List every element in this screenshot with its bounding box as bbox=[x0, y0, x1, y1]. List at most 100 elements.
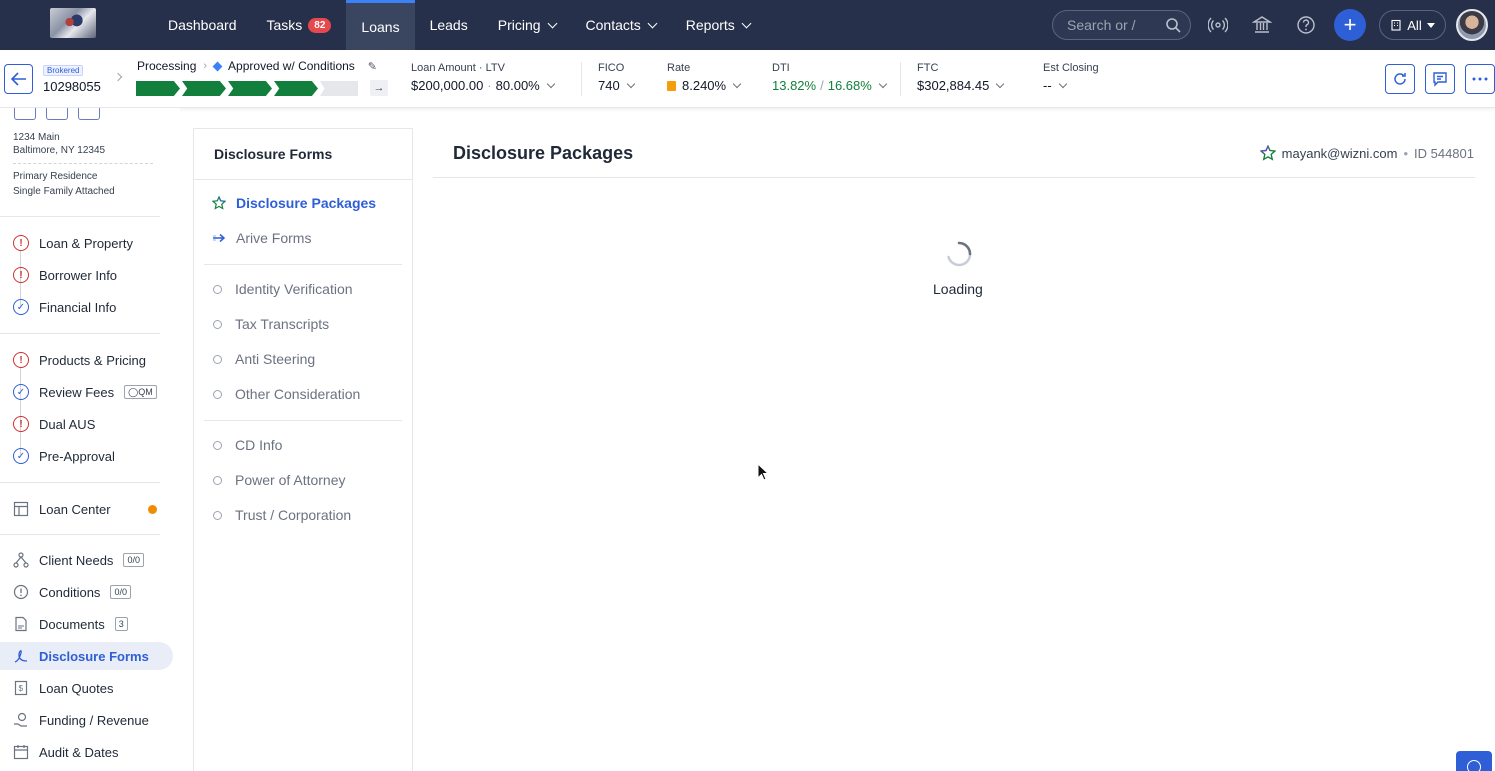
menu-item-power-of-attorney[interactable]: Power of Attorney bbox=[212, 472, 346, 488]
page-meta: mayank@wizni.com • ID 544801 bbox=[1259, 145, 1474, 161]
divider bbox=[581, 62, 582, 96]
user-avatar[interactable] bbox=[1456, 9, 1488, 41]
est-closing-metric[interactable]: Est Closing -- bbox=[1043, 62, 1099, 93]
divider bbox=[204, 420, 402, 421]
plus-icon: + bbox=[1343, 12, 1357, 37]
sidebar-item-borrower-info[interactable]: ! Borrower Info bbox=[13, 261, 117, 289]
flow-icon bbox=[13, 552, 29, 568]
email-icon[interactable] bbox=[14, 108, 36, 120]
nav-tab-reports[interactable]: Reports bbox=[671, 0, 765, 50]
create-new-button[interactable]: + bbox=[1334, 9, 1366, 41]
status-label: Approved w/ Conditions bbox=[228, 59, 355, 73]
circle-icon bbox=[213, 389, 222, 399]
sidebar-item-audit-dates[interactable]: Audit & Dates bbox=[13, 738, 119, 766]
page-title: Disclosure Packages bbox=[453, 143, 634, 163]
contact-actions bbox=[14, 108, 100, 120]
sidebar-item-client-needs[interactable]: Client Needs 0/0 bbox=[13, 546, 144, 574]
arrow-right-icon: → bbox=[373, 82, 385, 94]
sidebar-item-review-fees[interactable]: ✓ Review Fees ◯ QM bbox=[13, 378, 157, 406]
menu-item-other-consideration[interactable]: Other Consideration bbox=[212, 386, 360, 402]
nav-tab-loans[interactable]: Loans bbox=[346, 0, 415, 50]
property-details: Primary Residence Single Family Attached bbox=[13, 171, 115, 197]
lock-icon bbox=[667, 80, 676, 91]
panel-title: Disclosure Forms bbox=[194, 129, 412, 180]
error-icon: ! bbox=[13, 416, 29, 432]
edit-pencil-icon[interactable]: ✎ bbox=[368, 60, 377, 73]
loan-amount-metric[interactable]: Loan Amount · LTV $200,000.00 · 80.00% bbox=[411, 62, 555, 93]
sidebar-item-dual-aus[interactable]: ! Dual AUS bbox=[13, 410, 95, 438]
menu-item-tax-transcripts[interactable]: Tax Transcripts bbox=[212, 316, 329, 332]
sidebar-item-loan-center[interactable]: Loan Center bbox=[13, 495, 163, 523]
progress-next-button[interactable]: → bbox=[370, 80, 388, 96]
loan-number: 10298055 bbox=[43, 79, 101, 94]
phone-icon[interactable] bbox=[46, 108, 68, 120]
chevron-down-icon bbox=[647, 18, 658, 28]
circle-icon bbox=[213, 284, 222, 294]
refresh-button[interactable] bbox=[1385, 64, 1415, 94]
progress-segment-complete bbox=[274, 81, 318, 96]
sidebar-item-pre-approval[interactable]: ✓ Pre-Approval bbox=[13, 442, 115, 470]
loading-text: Loading bbox=[933, 281, 983, 297]
floating-help-button[interactable] bbox=[1456, 751, 1492, 771]
circle-icon bbox=[213, 354, 222, 364]
circle-icon bbox=[213, 510, 222, 520]
circle-icon bbox=[213, 440, 222, 450]
star-icon bbox=[212, 196, 226, 210]
menu-item-identity-verification[interactable]: Identity Verification bbox=[212, 281, 353, 297]
chevron-down-icon bbox=[741, 18, 752, 28]
menu-item-trust-corporation[interactable]: Trust / Corporation bbox=[212, 507, 351, 523]
ftc-metric[interactable]: FTC $302,884.45 bbox=[917, 62, 1005, 93]
signature-icon bbox=[14, 650, 28, 663]
search-input[interactable] bbox=[1067, 17, 1162, 33]
nav-tab-pricing[interactable]: Pricing bbox=[483, 0, 571, 50]
company-filter-dropdown[interactable]: All bbox=[1379, 10, 1446, 40]
layout-icon bbox=[13, 501, 29, 517]
company-logo[interactable] bbox=[50, 8, 96, 38]
sidebar-item-conditions[interactable]: Conditions 0/0 bbox=[13, 578, 131, 606]
pdf-file-icon bbox=[15, 616, 27, 632]
bank-icon[interactable] bbox=[1252, 15, 1272, 35]
sidebar-item-loan-property[interactable]: ! Loan & Property bbox=[13, 229, 133, 257]
sidebar-item-financial-info[interactable]: ✓ Financial Info bbox=[13, 293, 116, 321]
error-icon: ! bbox=[13, 235, 29, 251]
back-button[interactable] bbox=[4, 64, 33, 94]
divider bbox=[0, 216, 160, 217]
progress-segment-complete bbox=[136, 81, 180, 96]
broadcast-icon[interactable] bbox=[1208, 15, 1228, 35]
money-hand-icon bbox=[14, 712, 27, 727]
nav-tab-contacts[interactable]: Contacts bbox=[571, 0, 671, 50]
divider bbox=[0, 333, 160, 334]
document-icon[interactable] bbox=[78, 108, 100, 120]
check-icon: ✓ bbox=[13, 448, 29, 464]
sidebar-item-disclosure-forms[interactable]: Disclosure Forms bbox=[0, 642, 173, 670]
more-horizontal-icon bbox=[1472, 77, 1488, 81]
nav-tab-tasks[interactable]: Tasks 82 bbox=[252, 0, 347, 50]
nav-tabs: Dashboard Tasks 82 Loans Leads Pricing Co… bbox=[153, 0, 765, 50]
rate-metric[interactable]: Rate 8.240% bbox=[667, 62, 742, 93]
nav-tab-dashboard[interactable]: Dashboard bbox=[153, 0, 252, 50]
chevron-down-icon bbox=[878, 79, 888, 89]
caret-down-icon bbox=[1426, 22, 1435, 28]
notification-dot bbox=[148, 505, 157, 514]
help-icon[interactable] bbox=[1296, 15, 1316, 35]
menu-item-arive-forms[interactable]: Arive Forms bbox=[212, 230, 311, 246]
loan-sidebar: 1234 Main Baltimore, NY 12345 Primary Re… bbox=[0, 108, 180, 771]
menu-item-anti-steering[interactable]: Anti Steering bbox=[212, 351, 315, 367]
nav-tab-leads[interactable]: Leads bbox=[415, 0, 483, 50]
more-options-button[interactable] bbox=[1465, 64, 1495, 94]
fico-metric[interactable]: FICO 740 bbox=[598, 62, 635, 93]
menu-item-cd-info[interactable]: CD Info bbox=[212, 437, 282, 453]
error-icon: ! bbox=[13, 352, 29, 368]
count-tag: 3 bbox=[114, 617, 128, 631]
messages-button[interactable] bbox=[1425, 64, 1455, 94]
calendar-icon bbox=[13, 745, 29, 760]
sidebar-item-products-pricing[interactable]: ! Products & Pricing bbox=[13, 346, 146, 374]
refresh-icon bbox=[1394, 73, 1406, 85]
svg-text:$: $ bbox=[19, 684, 24, 693]
menu-item-disclosure-packages[interactable]: Disclosure Packages bbox=[212, 195, 376, 211]
dti-metric[interactable]: DTI 13.82%/16.68% bbox=[772, 62, 888, 93]
sidebar-item-loan-quotes[interactable]: $ Loan Quotes bbox=[13, 674, 113, 702]
sidebar-item-documents[interactable]: Documents 3 bbox=[13, 610, 128, 638]
search-icon[interactable] bbox=[1165, 17, 1181, 33]
sidebar-item-funding-revenue[interactable]: Funding / Revenue bbox=[13, 706, 149, 734]
